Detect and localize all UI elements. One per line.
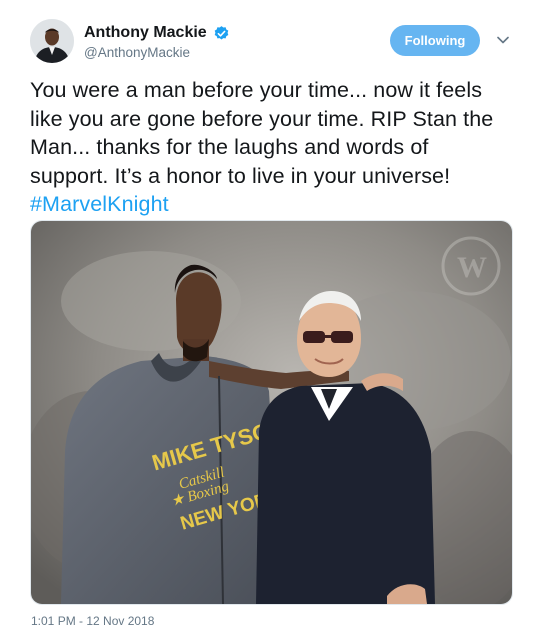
verified-badge-icon [214,25,228,40]
tweet-body: You were a man before your time... now i… [30,78,494,188]
hashtag-link[interactable]: #MarvelKnight [30,192,169,216]
chevron-down-icon[interactable] [496,35,510,45]
name-row: Anthony Mackie [84,24,230,42]
user-handle[interactable]: @AnthonyMackie [84,45,190,60]
following-button[interactable]: Following [390,25,480,56]
avatar[interactable] [30,19,74,63]
tweet-photo[interactable]: W MIKE TYSON Catskill ★ Boxing NEW YORK [30,220,513,605]
timestamp[interactable]: 1:01 PM - 12 Nov 2018 [31,614,154,628]
display-name[interactable]: Anthony Mackie [84,24,207,42]
tweet-text: You were a man before your time... now i… [30,76,510,219]
photo-image: W MIKE TYSON Catskill ★ Boxing NEW YORK [31,221,512,604]
svg-text:W: W [457,251,487,284]
avatar-image [30,19,74,63]
